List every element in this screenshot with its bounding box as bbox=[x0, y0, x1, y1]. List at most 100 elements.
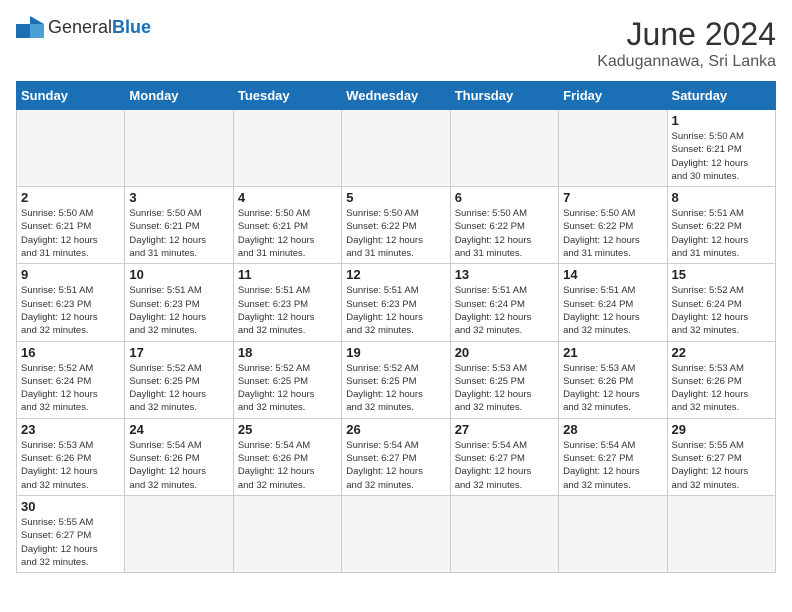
table-row bbox=[125, 110, 233, 187]
day-number: 29 bbox=[672, 422, 771, 437]
day-number: 22 bbox=[672, 345, 771, 360]
day-number: 10 bbox=[129, 267, 228, 282]
table-row bbox=[17, 110, 125, 187]
table-row: 3 Sunrise: 5:50 AMSunset: 6:21 PMDaylight… bbox=[125, 187, 233, 264]
day-number: 11 bbox=[238, 267, 337, 282]
day-info: Sunrise: 5:54 AMSunset: 6:26 PMDaylight:… bbox=[238, 439, 337, 492]
header-friday: Friday bbox=[559, 82, 667, 110]
table-row: 15 Sunrise: 5:52 AMSunset: 6:24 PMDayligh… bbox=[667, 264, 775, 341]
day-number: 18 bbox=[238, 345, 337, 360]
day-number: 1 bbox=[672, 113, 771, 128]
day-info: Sunrise: 5:53 AMSunset: 6:26 PMDaylight:… bbox=[672, 362, 771, 415]
day-number: 20 bbox=[455, 345, 554, 360]
table-row: 10Sunrise: 5:51 AMSunset: 6:23 PMDayligh… bbox=[125, 264, 233, 341]
table-row: 27Sunrise: 5:54 AMSunset: 6:27 PMDayligh… bbox=[450, 418, 558, 495]
day-info: Sunrise: 5:52 AMSunset: 6:24 PMDaylight:… bbox=[672, 284, 771, 337]
table-row: 1Sunrise: 5:50 AMSunset: 6:21 PMDaylight… bbox=[667, 110, 775, 187]
table-row: 9 Sunrise: 5:51 AMSunset: 6:23 PMDaylight… bbox=[17, 264, 125, 341]
table-row: 13 Sunrise: 5:51 AMSunset: 6:24 PMDayligh… bbox=[450, 264, 558, 341]
day-info: Sunrise: 5:52 AMSunset: 6:25 PMDaylight:… bbox=[238, 362, 337, 415]
day-info: Sunrise: 5:52 AMSunset: 6:24 PMDaylight:… bbox=[21, 362, 120, 415]
calendar-week-row: 16 Sunrise: 5:52 AMSunset: 6:24 PMDayligh… bbox=[17, 341, 776, 418]
logo-icon bbox=[16, 16, 44, 38]
title-area: June 2024 Kadugannawa, Sri Lanka bbox=[597, 16, 776, 71]
table-row: 29Sunrise: 5:55 AMSunset: 6:27 PMDayligh… bbox=[667, 418, 775, 495]
day-info: Sunrise: 5:51 AMSunset: 6:24 PMDaylight:… bbox=[455, 284, 554, 337]
table-row bbox=[667, 495, 775, 572]
calendar-week-row: 1Sunrise: 5:50 AMSunset: 6:21 PMDaylight… bbox=[17, 110, 776, 187]
day-number: 30 bbox=[21, 499, 120, 514]
table-row: 25 Sunrise: 5:54 AMSunset: 6:26 PMDayligh… bbox=[233, 418, 341, 495]
table-row: 26 Sunrise: 5:54 AMSunset: 6:27 PMDayligh… bbox=[342, 418, 450, 495]
day-info: Sunrise: 5:54 AMSunset: 6:27 PMDaylight:… bbox=[346, 439, 445, 492]
day-number: 8 bbox=[672, 190, 771, 205]
day-number: 14 bbox=[563, 267, 662, 282]
day-number: 25 bbox=[238, 422, 337, 437]
table-row: 2 Sunrise: 5:50 AMSunset: 6:21 PMDaylight… bbox=[17, 187, 125, 264]
header-thursday: Thursday bbox=[450, 82, 558, 110]
day-number: 3 bbox=[129, 190, 228, 205]
day-info: Sunrise: 5:51 AMSunset: 6:22 PMDaylight:… bbox=[672, 207, 771, 260]
table-row bbox=[450, 110, 558, 187]
table-row: 30 Sunrise: 5:55 AMSunset: 6:27 PMDayligh… bbox=[17, 495, 125, 572]
day-number: 17 bbox=[129, 345, 228, 360]
table-row: 4Sunrise: 5:50 AMSunset: 6:21 PMDaylight… bbox=[233, 187, 341, 264]
day-number: 13 bbox=[455, 267, 554, 282]
calendar-subtitle: Kadugannawa, Sri Lanka bbox=[597, 53, 776, 71]
table-row: 5 Sunrise: 5:50 AMSunset: 6:22 PMDaylight… bbox=[342, 187, 450, 264]
table-row: 21 Sunrise: 5:53 AMSunset: 6:26 PMDayligh… bbox=[559, 341, 667, 418]
day-number: 21 bbox=[563, 345, 662, 360]
table-row: 7Sunrise: 5:50 AMSunset: 6:22 PMDaylight… bbox=[559, 187, 667, 264]
table-row: 18 Sunrise: 5:52 AMSunset: 6:25 PMDayligh… bbox=[233, 341, 341, 418]
header-sunday: Sunday bbox=[17, 82, 125, 110]
day-info: Sunrise: 5:50 AMSunset: 6:21 PMDaylight:… bbox=[21, 207, 120, 260]
weekday-header-row: Sunday Monday Tuesday Wednesday Thursday… bbox=[17, 82, 776, 110]
calendar-header: GeneralBlue June 2024 Kadugannawa, Sri L… bbox=[16, 16, 776, 71]
table-row bbox=[450, 495, 558, 572]
day-info: Sunrise: 5:51 AMSunset: 6:23 PMDaylight:… bbox=[21, 284, 120, 337]
day-number: 15 bbox=[672, 267, 771, 282]
calendar-week-row: 23Sunrise: 5:53 AMSunset: 6:26 PMDayligh… bbox=[17, 418, 776, 495]
day-info: Sunrise: 5:55 AMSunset: 6:27 PMDaylight:… bbox=[21, 516, 120, 569]
day-number: 5 bbox=[346, 190, 445, 205]
table-row: 24 Sunrise: 5:54 AMSunset: 6:26 PMDayligh… bbox=[125, 418, 233, 495]
logo: GeneralBlue bbox=[16, 16, 151, 38]
table-row: 8 Sunrise: 5:51 AMSunset: 6:22 PMDaylight… bbox=[667, 187, 775, 264]
day-info: Sunrise: 5:53 AMSunset: 6:26 PMDaylight:… bbox=[563, 362, 662, 415]
day-number: 26 bbox=[346, 422, 445, 437]
day-info: Sunrise: 5:51 AMSunset: 6:23 PMDaylight:… bbox=[238, 284, 337, 337]
day-info: Sunrise: 5:50 AMSunset: 6:22 PMDaylight:… bbox=[346, 207, 445, 260]
table-row: 16 Sunrise: 5:52 AMSunset: 6:24 PMDayligh… bbox=[17, 341, 125, 418]
day-info: Sunrise: 5:53 AMSunset: 6:25 PMDaylight:… bbox=[455, 362, 554, 415]
table-row: 6Sunrise: 5:50 AMSunset: 6:22 PMDaylight… bbox=[450, 187, 558, 264]
header-saturday: Saturday bbox=[667, 82, 775, 110]
day-info: Sunrise: 5:50 AMSunset: 6:22 PMDaylight:… bbox=[563, 207, 662, 260]
header-monday: Monday bbox=[125, 82, 233, 110]
day-number: 24 bbox=[129, 422, 228, 437]
day-info: Sunrise: 5:50 AMSunset: 6:21 PMDaylight:… bbox=[129, 207, 228, 260]
table-row bbox=[559, 110, 667, 187]
day-info: Sunrise: 5:51 AMSunset: 6:24 PMDaylight:… bbox=[563, 284, 662, 337]
day-number: 4 bbox=[238, 190, 337, 205]
day-number: 12 bbox=[346, 267, 445, 282]
day-number: 2 bbox=[21, 190, 120, 205]
table-row bbox=[559, 495, 667, 572]
day-number: 16 bbox=[21, 345, 120, 360]
table-row: 12Sunrise: 5:51 AMSunset: 6:23 PMDayligh… bbox=[342, 264, 450, 341]
calendar-title: June 2024 bbox=[597, 16, 776, 53]
day-info: Sunrise: 5:52 AMSunset: 6:25 PMDaylight:… bbox=[346, 362, 445, 415]
table-row bbox=[125, 495, 233, 572]
day-info: Sunrise: 5:54 AMSunset: 6:27 PMDaylight:… bbox=[455, 439, 554, 492]
day-number: 19 bbox=[346, 345, 445, 360]
table-row: 22 Sunrise: 5:53 AMSunset: 6:26 PMDayligh… bbox=[667, 341, 775, 418]
table-row bbox=[233, 110, 341, 187]
table-row: 14 Sunrise: 5:51 AMSunset: 6:24 PMDayligh… bbox=[559, 264, 667, 341]
day-info: Sunrise: 5:53 AMSunset: 6:26 PMDaylight:… bbox=[21, 439, 120, 492]
day-info: Sunrise: 5:54 AMSunset: 6:27 PMDaylight:… bbox=[563, 439, 662, 492]
calendar-week-row: 9 Sunrise: 5:51 AMSunset: 6:23 PMDaylight… bbox=[17, 264, 776, 341]
day-info: Sunrise: 5:54 AMSunset: 6:26 PMDaylight:… bbox=[129, 439, 228, 492]
table-row bbox=[342, 110, 450, 187]
table-row: 23Sunrise: 5:53 AMSunset: 6:26 PMDayligh… bbox=[17, 418, 125, 495]
day-number: 9 bbox=[21, 267, 120, 282]
table-row bbox=[342, 495, 450, 572]
